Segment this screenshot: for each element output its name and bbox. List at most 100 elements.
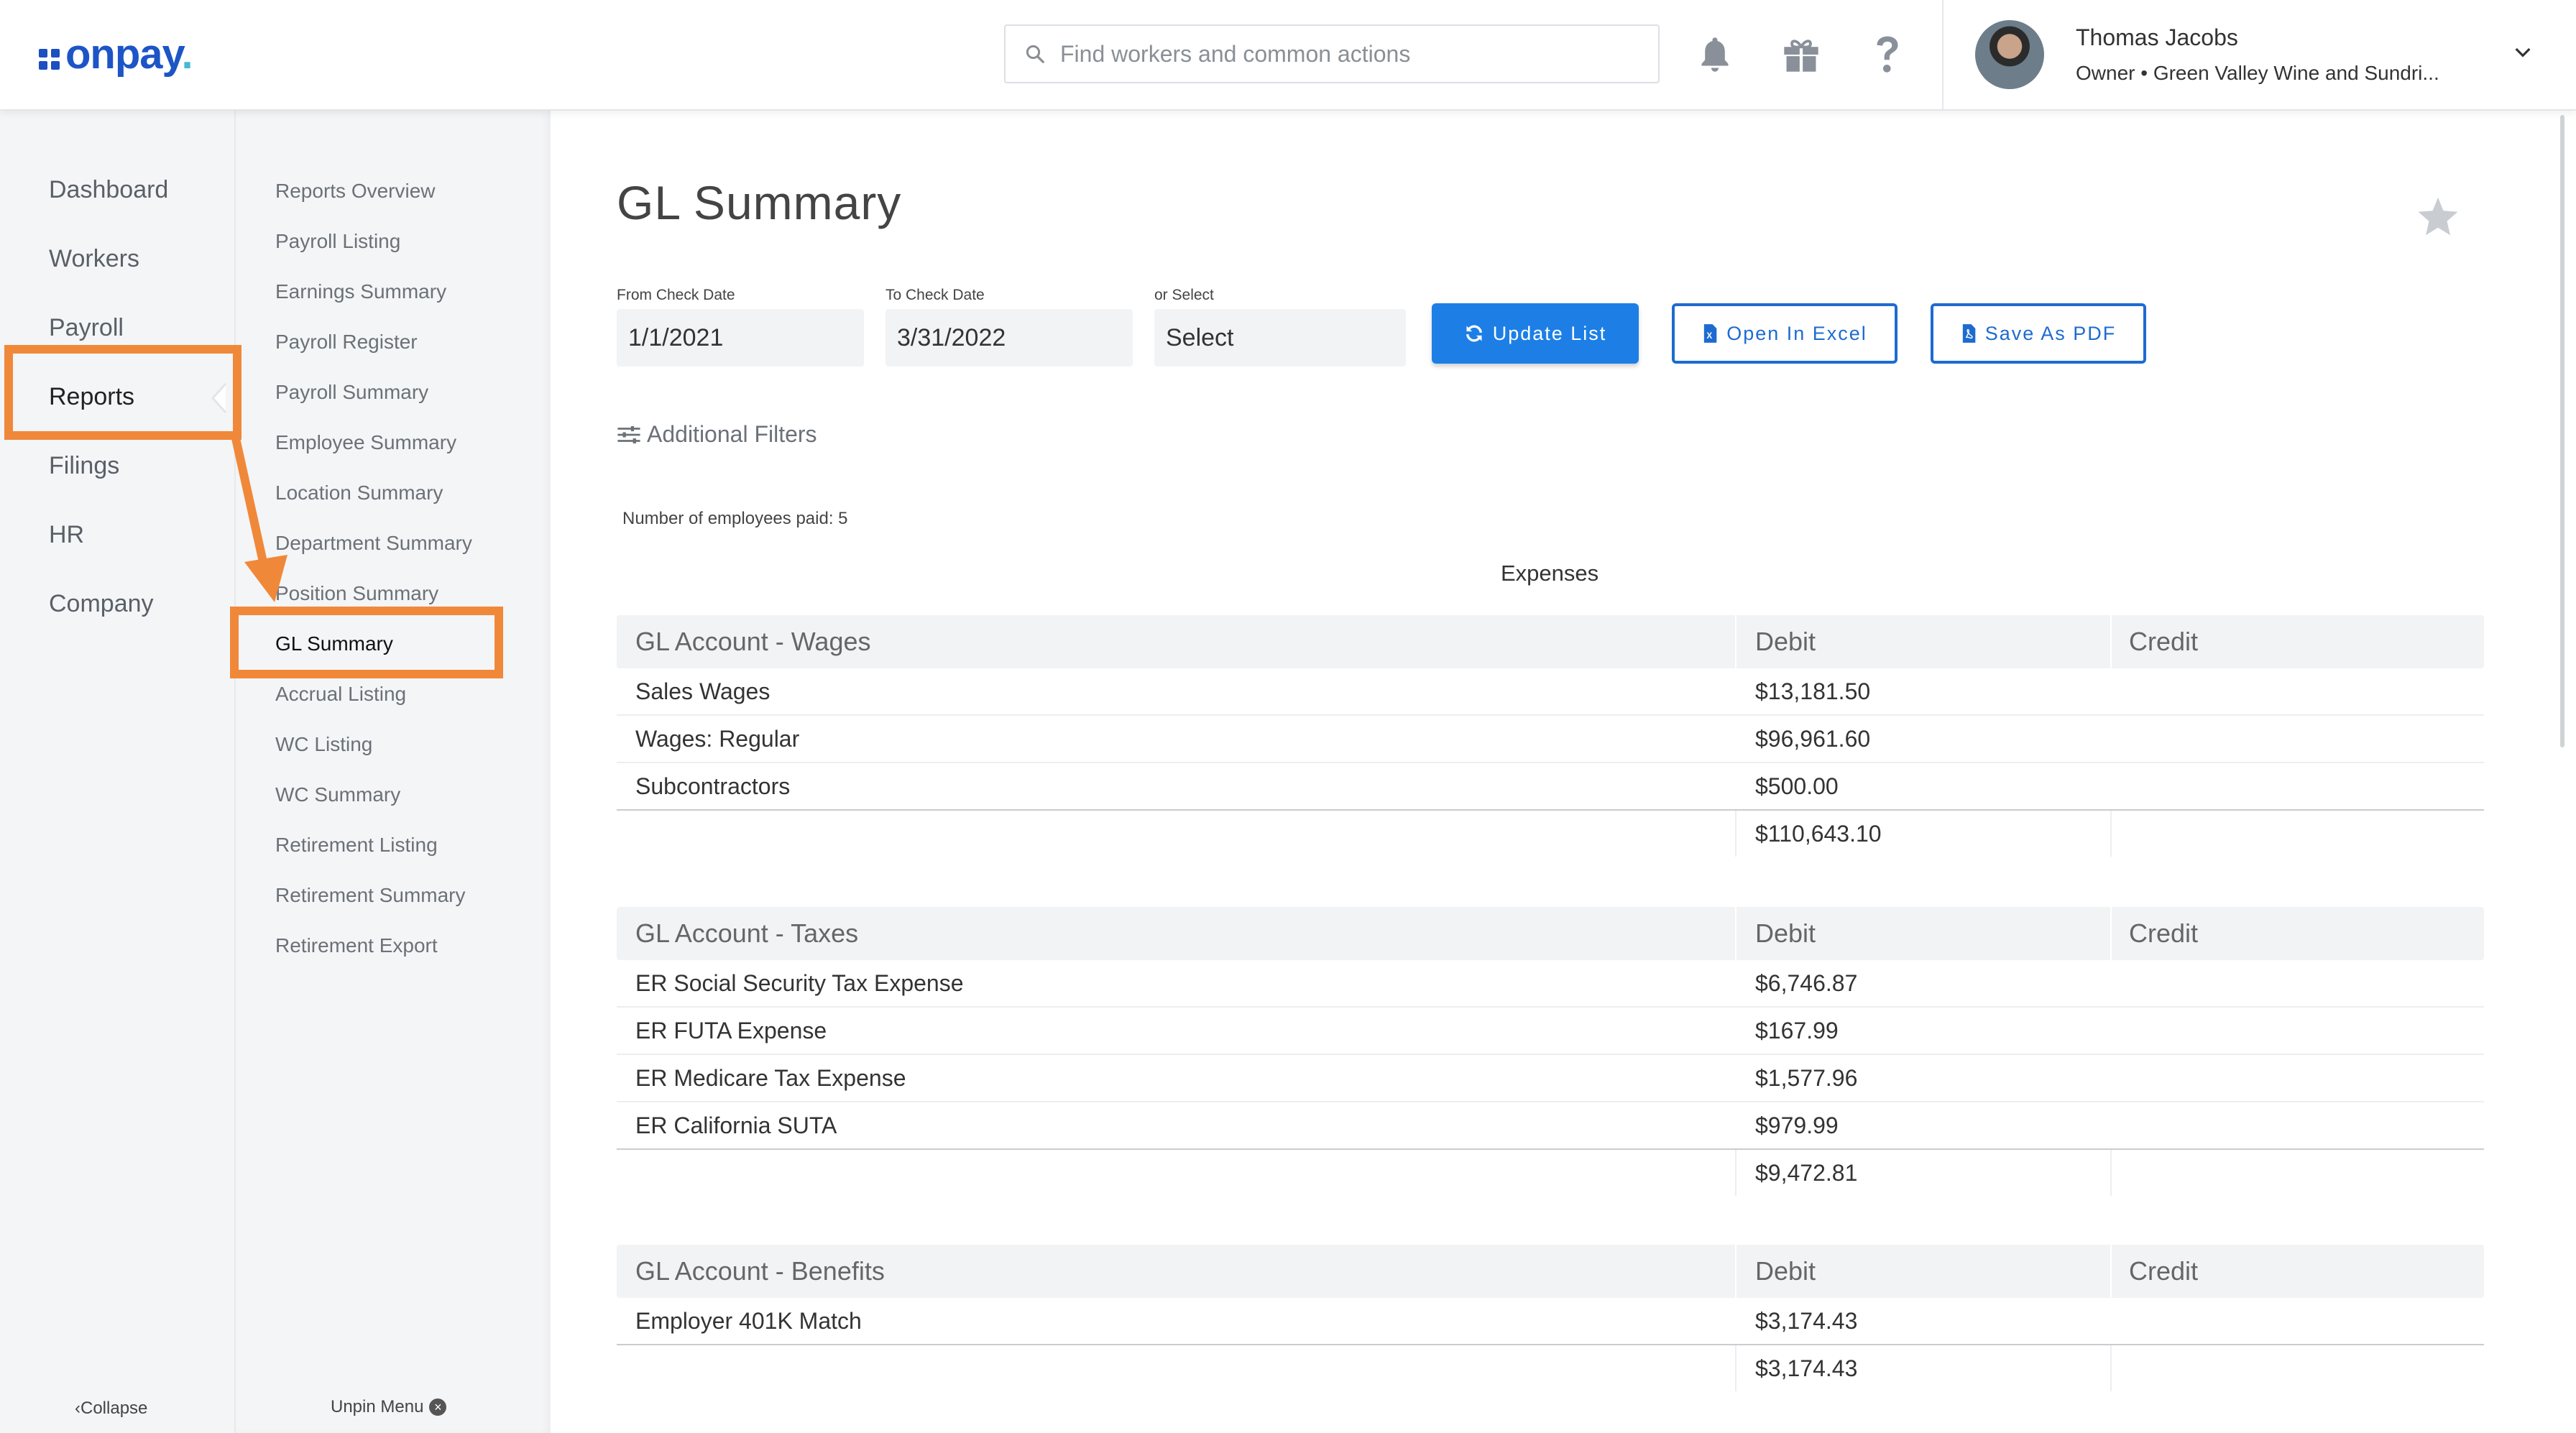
save-as-pdf-label: Save As PDF — [1984, 322, 2117, 344]
additional-filters-toggle[interactable]: Additional Filters — [617, 421, 817, 448]
user-avatar[interactable] — [1975, 20, 2044, 89]
credit-header: Credit — [2129, 918, 2199, 948]
subnav-reports-overview[interactable]: Reports Overview — [275, 180, 436, 203]
collapse-button[interactable]: ‹Collapse — [75, 1399, 147, 1419]
primary-nav — [0, 111, 236, 1433]
subnav-department-summary[interactable]: Department Summary — [275, 532, 472, 555]
employees-paid-count: Number of employees paid: 5 — [622, 509, 848, 528]
row-debit: $96,961.60 — [1755, 726, 1871, 752]
filter-sliders-icon — [617, 425, 640, 443]
row-name: ER FUTA Expense — [635, 1018, 827, 1043]
column-divider — [1735, 1150, 1736, 1196]
pdf-file-icon — [1962, 324, 1976, 343]
nav-payroll[interactable]: Payroll — [49, 314, 124, 342]
row-name: Wages: Regular — [635, 726, 800, 752]
column-divider — [1735, 907, 1736, 960]
gl-table-benefits: GL Account - Benefits Debit Credit Emplo… — [617, 1245, 2484, 1391]
subnav-employee-summary[interactable]: Employee Summary — [275, 431, 456, 454]
column-divider — [2110, 1345, 2112, 1391]
table-row: ER Medicare Tax Expense $1,577.96 — [617, 1055, 2484, 1102]
nav-dashboard[interactable]: Dashboard — [49, 176, 168, 204]
user-role: Owner • Green Valley Wine and Sundri... — [2076, 62, 2439, 84]
row-debit: $500.00 — [1755, 773, 1839, 799]
favorite-star-icon[interactable] — [2416, 195, 2460, 237]
row-name: ER Medicare Tax Expense — [635, 1065, 906, 1091]
subnav-payroll-register[interactable]: Payroll Register — [275, 331, 418, 354]
nav-hr[interactable]: HR — [49, 521, 84, 549]
page-scrollbar[interactable] — [2560, 115, 2564, 747]
column-divider — [1735, 1345, 1736, 1391]
unpin-menu-button[interactable]: Unpin Menu × — [331, 1397, 447, 1417]
open-in-excel-button[interactable]: X Open In Excel — [1672, 303, 1898, 364]
nav-filings[interactable]: Filings — [49, 452, 119, 480]
row-name: ER Social Security Tax Expense — [635, 970, 964, 996]
page-title: GL Summary — [617, 176, 902, 229]
section-title-expenses: Expenses — [1501, 561, 1599, 586]
table-row: ER FUTA Expense $167.99 — [617, 1008, 2484, 1055]
column-divider — [1735, 1245, 1736, 1298]
subnav-accrual-listing[interactable]: Accrual Listing — [275, 683, 406, 706]
subnav-wc-listing[interactable]: WC Listing — [275, 733, 372, 756]
update-list-label: Update List — [1492, 322, 1607, 344]
debit-header: Debit — [1755, 918, 1816, 948]
column-divider — [1735, 811, 1736, 857]
search-input[interactable] — [1059, 40, 1637, 68]
logo-text: onpay — [65, 30, 193, 78]
row-name: Sales Wages — [635, 678, 770, 704]
from-date-input[interactable]: 1/1/2021 — [617, 309, 864, 367]
table-row: Sales Wages $13,181.50 — [617, 668, 2484, 716]
bell-icon[interactable] — [1692, 32, 1738, 78]
help-icon[interactable] — [1864, 32, 1910, 78]
account-title: GL Account - Benefits — [635, 1256, 885, 1286]
subnav-retirement-export[interactable]: Retirement Export — [275, 934, 438, 957]
row-debit: $979.99 — [1755, 1112, 1839, 1138]
search-bar[interactable] — [1004, 24, 1660, 83]
arrow-annotation-icon — [231, 434, 288, 602]
chevron-left-icon: ‹ — [75, 1399, 80, 1418]
save-as-pdf-button[interactable]: Save As PDF — [1931, 303, 2146, 364]
debit-header: Debit — [1755, 1256, 1816, 1286]
total-debit: $9,472.81 — [1755, 1160, 1858, 1186]
nav-company[interactable]: Company — [49, 590, 154, 618]
onpay-logo[interactable]: onpay — [39, 29, 193, 79]
open-in-excel-label: Open In Excel — [1726, 322, 1867, 344]
user-name: Thomas Jacobs — [2076, 24, 2238, 50]
row-name: Subcontractors — [635, 773, 791, 799]
column-divider — [2110, 1245, 2112, 1298]
to-date-label: To Check Date — [886, 287, 985, 303]
table-total-row: $9,472.81 — [617, 1150, 2484, 1196]
subnav-retirement-summary[interactable]: Retirement Summary — [275, 884, 466, 907]
close-icon: × — [429, 1399, 447, 1416]
highlight-reports — [4, 345, 242, 440]
nav-workers[interactable]: Workers — [49, 245, 139, 273]
row-debit: $6,746.87 — [1755, 970, 1858, 996]
table-row: ER California SUTA $979.99 — [617, 1102, 2484, 1150]
table-row: ER Social Security Tax Expense $6,746.87 — [617, 960, 2484, 1008]
header-divider — [1942, 0, 1944, 109]
row-debit: $167.99 — [1755, 1018, 1839, 1043]
chevron-down-icon[interactable] — [2511, 40, 2534, 63]
gift-icon[interactable] — [1778, 32, 1824, 78]
column-divider — [2110, 1150, 2112, 1196]
to-date-input[interactable]: 3/31/2022 — [886, 309, 1133, 367]
logo-mark — [39, 48, 60, 70]
subnav-wc-summary[interactable]: WC Summary — [275, 783, 400, 806]
total-debit: $110,643.10 — [1755, 821, 1882, 847]
table-row: Employer 401K Match $3,174.43 — [617, 1298, 2484, 1345]
column-divider — [2110, 615, 2112, 668]
debit-header: Debit — [1755, 627, 1816, 656]
secondary-nav — [236, 111, 551, 1433]
excel-file-icon: X — [1704, 324, 1717, 343]
subnav-retirement-listing[interactable]: Retirement Listing — [275, 834, 438, 857]
preset-select[interactable]: Select — [1154, 309, 1406, 367]
subnav-payroll-listing[interactable]: Payroll Listing — [275, 230, 400, 253]
update-list-button[interactable]: Update List — [1432, 303, 1639, 364]
subnav-earnings-summary[interactable]: Earnings Summary — [275, 280, 446, 303]
row-debit: $3,174.43 — [1755, 1308, 1858, 1334]
row-name: ER California SUTA — [635, 1112, 837, 1138]
row-debit: $1,577.96 — [1755, 1065, 1858, 1091]
table-total-row: $3,174.43 — [617, 1345, 2484, 1391]
credit-header: Credit — [2129, 1256, 2199, 1286]
total-debit: $3,174.43 — [1755, 1355, 1858, 1381]
account-title: GL Account - Wages — [635, 627, 871, 656]
